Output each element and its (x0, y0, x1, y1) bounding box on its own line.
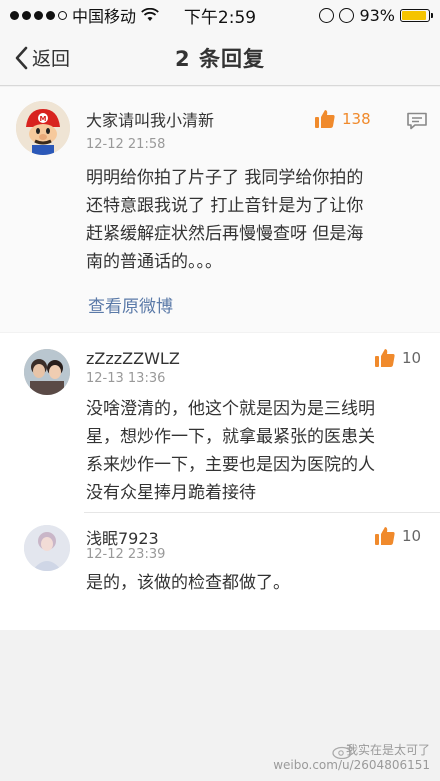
rotation-lock-icon (319, 7, 335, 23)
avatar[interactable] (24, 525, 70, 571)
wifi-icon (141, 8, 159, 21)
alarm-icon (339, 7, 355, 23)
svg-text:M: M (40, 115, 47, 123)
mario-avatar-icon: M (16, 101, 70, 155)
watermark-name: 我实在是太可了 (345, 743, 430, 757)
comment-line: 没啥澄清的，他这个就是因为是三线明 (86, 399, 375, 419)
like-button[interactable]: 138 (314, 109, 371, 129)
timestamp: 12-12 23:39 (86, 547, 166, 562)
user-name[interactable]: 大家请叫我小清新 (86, 107, 214, 131)
carrier-label: 中国移动 (72, 7, 137, 26)
back-label: 返回 (32, 48, 71, 70)
user-name[interactable]: zZzzZZWLZ (86, 349, 180, 368)
status-left: 中国移动 (10, 3, 159, 27)
like-count: 138 (342, 110, 371, 128)
comment-text: 是的，该做的检查都做了。 (86, 569, 290, 597)
view-original-link[interactable]: 查看原微博 (88, 292, 173, 317)
user-photo-icon (24, 349, 70, 395)
comment-line: 还特意跟我说了 打止音针是为了让你 (86, 196, 364, 216)
page-title: 2 条回复 (175, 46, 265, 71)
timestamp: 12-13 13:36 (86, 371, 166, 386)
comment-icon[interactable] (406, 112, 428, 130)
comment-line: 南的普通话的。。。 (86, 252, 222, 272)
user-name[interactable]: 浅眠7923 (86, 525, 159, 549)
battery-level (402, 10, 427, 20)
like-button[interactable]: 10 (374, 526, 421, 546)
comment-line: 没有众星捧月跪着接待 (86, 483, 256, 503)
battery-percent: 93% (359, 5, 395, 25)
comment-line: 明明给你拍了片子了 我同学给你拍的 (86, 168, 364, 188)
reply-item: 浅眠7923 12-12 23:39 10 是的，该做的检查都做了。 (0, 513, 440, 630)
like-button[interactable]: 10 (374, 348, 421, 368)
comment-text: 没啥澄清的，他这个就是因为是三线明 星，想炒作一下，就拿最紧张的医患关 系来炒作… (86, 395, 375, 507)
status-bar: 中国移动 下午2:59 93% (0, 0, 440, 30)
user-photo-icon (24, 525, 70, 571)
watermark: 我实在是太可了 weibo.com/u/2604806151 (273, 743, 430, 773)
like-count: 10 (402, 527, 422, 545)
main-comment: M 大家请叫我小清新 12-12 21:58 138 明明给你拍了片子了 我同学… (0, 87, 440, 332)
watermark-url: weibo.com/u/2604806151 (273, 758, 430, 772)
thumbs-up-icon (375, 349, 395, 367)
avatar[interactable] (24, 349, 70, 395)
comment-line: 星，想炒作一下，就拿最紧张的医患关 (86, 427, 375, 447)
signal-strength-icon (10, 10, 67, 20)
comment-line: 赶紧缓解症状然后再慢慢查呀 但是海 (86, 224, 364, 244)
nav-bar: 返回 2 条回复 (0, 30, 440, 86)
battery-icon (400, 8, 433, 22)
comment-text: 明明给你拍了片子了 我同学给你拍的 还特意跟我说了 打止音针是为了让你 赶紧缓解… (86, 164, 363, 276)
timestamp: 12-12 21:58 (86, 137, 166, 152)
like-count: 10 (402, 349, 422, 367)
comment-line: 系来炒作一下，主要也是因为医院的人 (86, 455, 375, 475)
status-right: 93% (319, 5, 433, 25)
avatar[interactable]: M (16, 101, 70, 155)
thumbs-up-icon (375, 527, 395, 545)
thumbs-up-icon (315, 110, 335, 128)
comment-line: 是的，该做的检查都做了。 (86, 573, 290, 593)
back-button[interactable]: 返回 (14, 44, 70, 71)
chevron-left-icon (15, 46, 28, 69)
reply-item: zZzzZZWLZ 12-13 13:36 10 没啥澄清的，他这个就是因为是三… (0, 333, 440, 513)
replies-list: zZzzZZWLZ 12-13 13:36 10 没啥澄清的，他这个就是因为是三… (0, 333, 440, 630)
